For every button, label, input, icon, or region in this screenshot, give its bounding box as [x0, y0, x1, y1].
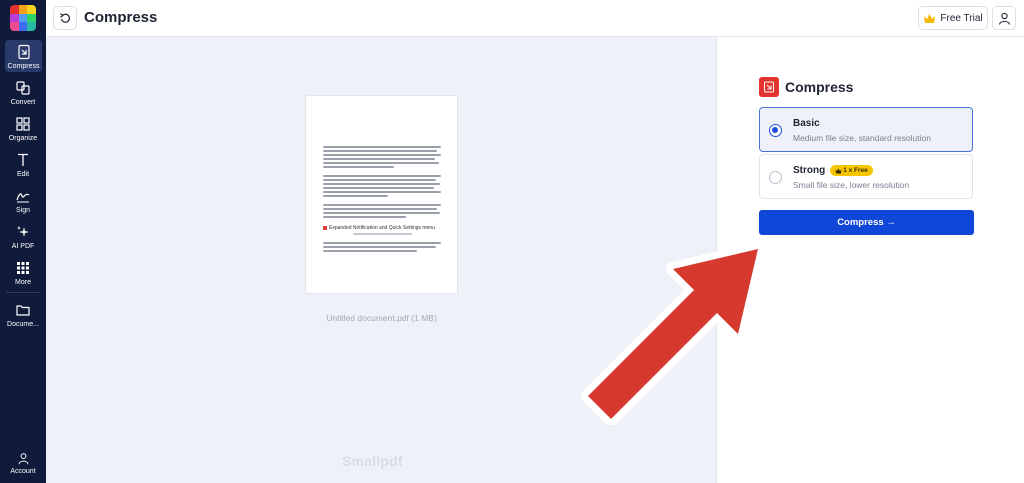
top-header: Compress Free Trial: [46, 0, 1024, 37]
document-heading: Expanded Notification and Quick Settings…: [323, 225, 441, 231]
option-strong-name: Strong 1 x Free: [793, 165, 873, 176]
page-title: Compress: [84, 9, 158, 26]
compress-button[interactable]: Compress →: [759, 210, 974, 235]
sidebar-item-ai-pdf[interactable]: AI PDF: [0, 220, 46, 252]
sidebar-item-more[interactable]: More: [0, 256, 46, 288]
panel-title: Compress: [785, 79, 854, 95]
option-basic-desc: Medium file size, standard resolution: [793, 133, 931, 143]
document-preview-area: Expanded Notification and Quick Settings…: [46, 37, 716, 483]
sidebar-item-label: More: [15, 279, 31, 286]
compress-icon: [17, 44, 30, 60]
sidebar-item-documents[interactable]: Docume...: [0, 298, 46, 330]
document-thumbnail[interactable]: Expanded Notification and Quick Settings…: [305, 95, 458, 294]
free-trial-button[interactable]: Free Trial: [918, 6, 988, 30]
grid-icon: [17, 262, 29, 274]
option-basic-name: Basic: [793, 118, 820, 129]
user-icon: [998, 12, 1010, 25]
sidebar-item-account[interactable]: Account: [0, 452, 46, 476]
document-filename: Untitled document.pdf (1 MB): [326, 313, 437, 323]
document-text-lines: Expanded Notification and Quick Settings…: [323, 146, 441, 254]
crown-icon: [835, 168, 842, 173]
radio-basic[interactable]: [769, 124, 782, 137]
sidebar-item-label: Organize: [8, 135, 38, 142]
option-strong-desc: Small file size, lower resolution: [793, 180, 910, 190]
panel-header: Compress: [759, 77, 853, 97]
ai-sparkle-icon: [17, 226, 29, 237]
option-strong[interactable]: Strong 1 x Free Small file size, lower r…: [759, 154, 973, 199]
sidebar: Compress Convert Organize Edit Sign AI P…: [0, 0, 46, 483]
convert-icon: [16, 81, 30, 95]
organize-icon: [16, 117, 30, 131]
account-button[interactable]: [992, 6, 1016, 30]
folder-icon: [16, 305, 30, 316]
back-button[interactable]: [53, 6, 77, 30]
smallpdf-logo[interactable]: [10, 5, 36, 31]
sidebar-item-label: Docume...: [7, 321, 39, 328]
sidebar-item-sign[interactable]: Sign: [0, 184, 46, 216]
sign-icon: [16, 193, 30, 203]
sidebar-item-organize[interactable]: Organize: [0, 112, 46, 144]
sidebar-item-edit[interactable]: Edit: [0, 148, 46, 180]
user-icon: [18, 453, 28, 465]
sidebar-item-label: Sign: [15, 207, 30, 214]
undo-icon: [60, 13, 71, 23]
sidebar-item-compress[interactable]: Compress: [5, 40, 42, 72]
radio-strong[interactable]: [769, 171, 782, 184]
sidebar-item-label: Convert: [10, 99, 36, 106]
sidebar-divider: [6, 292, 40, 293]
option-basic[interactable]: Basic Medium file size, standard resolut…: [759, 107, 973, 152]
compress-options-panel: Compress Basic Medium file size, standar…: [716, 37, 1024, 483]
sidebar-item-label: Compress: [7, 63, 40, 70]
compress-tool-icon: [759, 77, 779, 97]
free-usage-badge: 1 x Free: [830, 165, 873, 176]
smallpdf-watermark: Smallpdf: [342, 453, 403, 469]
free-trial-label: Free Trial: [940, 12, 983, 24]
sidebar-item-label: Account: [10, 468, 36, 475]
sidebar-item-label: AI PDF: [11, 243, 35, 250]
sidebar-item-convert[interactable]: Convert: [0, 76, 46, 108]
crown-icon: [924, 13, 936, 23]
sidebar-item-label: Edit: [16, 171, 30, 178]
edit-text-icon: [18, 153, 28, 166]
